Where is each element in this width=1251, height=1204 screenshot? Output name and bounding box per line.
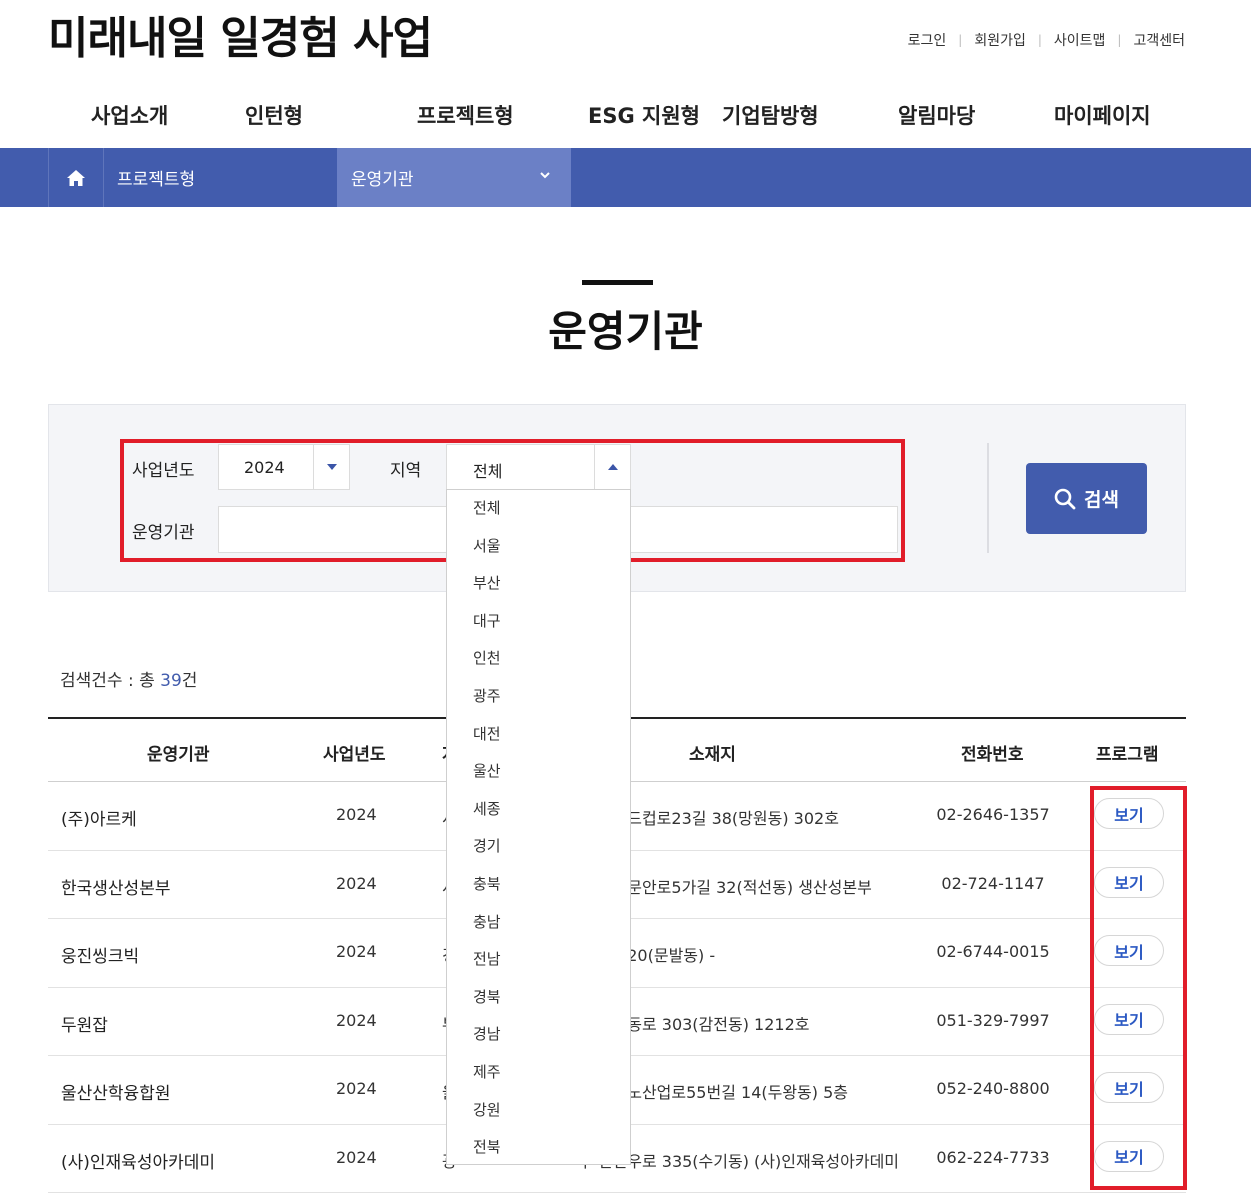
cell-address: 로구 새문안로5가길 32(적선동) 생산성본부 <box>578 877 872 897</box>
utility-links: 로그인 | 회원가입 | 사이트맵 | 고객센터 <box>908 30 1185 50</box>
region-label: 지역 <box>390 461 422 481</box>
cell-year: 2024 <box>336 873 377 893</box>
result-count-number: 39 <box>160 671 182 691</box>
region-option[interactable]: 충북 <box>447 866 630 904</box>
region-option[interactable]: 경기 <box>447 828 630 866</box>
cell-phone: 052-240-8800 <box>936 1079 1050 1098</box>
view-program-button[interactable]: 보기 <box>1094 1003 1164 1035</box>
cell-org[interactable]: 두원잡 <box>61 1011 108 1036</box>
breadcrumb-project[interactable]: 프로젝트형 <box>104 148 337 207</box>
site-logo[interactable]: 미래내일 일경험 사업 <box>48 2 433 66</box>
cell-address: 상구 대동로 303(감전동) 1212호 <box>578 1014 810 1034</box>
region-option[interactable]: 제주 <box>447 1054 630 1092</box>
header-address: 소재지 <box>689 745 736 765</box>
cell-address: 구 테크노산업로55번길 14(두왕동) 5층 <box>578 1083 849 1102</box>
region-option[interactable]: 강원 <box>447 1092 630 1130</box>
nav-esg[interactable]: ESG 지원형 <box>588 100 700 130</box>
cell-org[interactable]: (사)인재육성아카데미 <box>61 1148 215 1173</box>
year-label: 사업년도 <box>132 461 195 481</box>
sub-nav-bar: 프로젝트형 운영기관 <box>0 148 1251 207</box>
result-count-prefix: 검색건수 : 총 <box>60 671 161 691</box>
region-selected-value: 전체 <box>473 462 503 481</box>
nav-mypage[interactable]: 마이페이지 <box>1054 100 1151 130</box>
view-program-button[interactable]: 보기 <box>1094 1140 1164 1172</box>
header-phone: 전화번호 <box>961 745 1024 765</box>
home-icon <box>67 169 85 186</box>
main-nav: 사업소개 인턴형 프로젝트형 ESG 지원형 기업탐방형 알림마당 마이페이지 <box>0 100 1251 130</box>
region-select[interactable]: 전체 <box>446 444 631 490</box>
breadcrumb-current-label: 운영기관 <box>351 170 414 190</box>
year-select-arrow[interactable] <box>313 445 349 489</box>
nav-business-intro[interactable]: 사업소개 <box>91 100 168 130</box>
view-program-button[interactable]: 보기 <box>1094 1072 1164 1103</box>
year-select[interactable]: 2024 <box>218 444 350 490</box>
region-option[interactable]: 전남 <box>447 941 630 979</box>
region-option[interactable]: 경북 <box>447 979 630 1017</box>
caret-up-icon <box>607 464 618 470</box>
region-option[interactable]: 충남 <box>447 904 630 942</box>
chevron-down-icon <box>540 172 550 179</box>
util-separator: | <box>958 33 963 47</box>
region-option[interactable]: 경남 <box>447 1016 630 1054</box>
nav-notice[interactable]: 알림마당 <box>898 100 975 130</box>
region-option[interactable]: 광주 <box>447 678 630 716</box>
cell-year: 2024 <box>336 1147 377 1167</box>
util-separator: | <box>1117 33 1122 47</box>
home-button[interactable] <box>48 148 104 207</box>
header-year: 사업년도 <box>323 745 386 765</box>
nav-project[interactable]: 프로젝트형 <box>417 100 514 130</box>
title-accent-bar <box>582 280 653 285</box>
breadcrumb-operator-select[interactable]: 운영기관 <box>337 148 571 207</box>
cell-phone: 02-2646-1357 <box>936 805 1050 824</box>
region-option[interactable]: 세종 <box>447 791 630 829</box>
region-option[interactable]: 전북 <box>447 1129 630 1167</box>
page-title: 운영기관 <box>548 307 703 356</box>
region-select-arrow[interactable] <box>594 445 630 489</box>
region-option[interactable]: 인천 <box>447 640 630 678</box>
region-option[interactable]: 부산 <box>447 565 630 603</box>
year-selected-value: 2024 <box>244 458 285 477</box>
search-icon <box>1054 488 1076 509</box>
region-option[interactable]: 대전 <box>447 716 630 754</box>
region-option[interactable]: 대구 <box>447 603 630 641</box>
search-divider <box>987 443 989 553</box>
search-button-label: 검색 <box>1084 489 1119 511</box>
cell-address: 포구 월드컵로23길 38(망원동) 302호 <box>578 809 839 828</box>
org-label: 운영기관 <box>132 523 195 543</box>
cell-phone: 051-329-7997 <box>936 1010 1050 1030</box>
caret-down-icon <box>326 464 337 470</box>
cell-phone: 02-724-1147 <box>941 873 1045 893</box>
cell-address: 회동길 20(문발동) - <box>578 946 716 965</box>
cell-org[interactable]: 한국생산성본부 <box>61 874 170 899</box>
cell-year: 2024 <box>336 942 377 961</box>
nav-company-visit[interactable]: 기업탐방형 <box>722 100 819 130</box>
region-option[interactable]: 서울 <box>447 528 630 566</box>
region-dropdown-list: 전체 서울 부산 대구 인천 광주 대전 울산 세종 경기 충북 충남 전남 경북 경남 제주 강원 전북 <box>446 489 631 1165</box>
search-button[interactable]: 검색 <box>1026 463 1147 534</box>
cell-phone: 02-6744-0015 <box>936 942 1050 961</box>
cell-org[interactable]: (주)아르케 <box>61 805 137 830</box>
cell-year: 2024 <box>336 805 377 824</box>
login-link[interactable]: 로그인 <box>908 30 947 50</box>
signup-link[interactable]: 회원가입 <box>974 30 1026 50</box>
cell-org[interactable]: 웅진씽크빅 <box>61 942 139 967</box>
header-org: 운영기관 <box>147 745 210 765</box>
region-option[interactable]: 울산 <box>447 753 630 791</box>
cell-year: 2024 <box>336 1010 377 1030</box>
header-program: 프로그램 <box>1096 745 1159 765</box>
cell-org[interactable]: 울산산학융합원 <box>61 1079 170 1104</box>
view-program-button[interactable]: 보기 <box>1094 935 1164 966</box>
view-program-button[interactable]: 보기 <box>1094 866 1164 898</box>
view-program-button[interactable]: 보기 <box>1094 798 1164 829</box>
sitemap-link[interactable]: 사이트맵 <box>1054 30 1106 50</box>
cell-year: 2024 <box>336 1079 377 1098</box>
util-separator: | <box>1037 33 1042 47</box>
result-count-suffix: 건 <box>181 671 198 691</box>
customer-center-link[interactable]: 고객센터 <box>1133 30 1185 50</box>
cell-phone: 062-224-7733 <box>936 1147 1050 1167</box>
cell-address: 구 천변우로 335(수기동) (사)인재육성아카데미 <box>578 1151 900 1171</box>
nav-intern[interactable]: 인턴형 <box>245 100 303 130</box>
region-option[interactable]: 전체 <box>447 490 630 528</box>
result-count: 검색건수 : 총 39건 <box>60 666 197 691</box>
